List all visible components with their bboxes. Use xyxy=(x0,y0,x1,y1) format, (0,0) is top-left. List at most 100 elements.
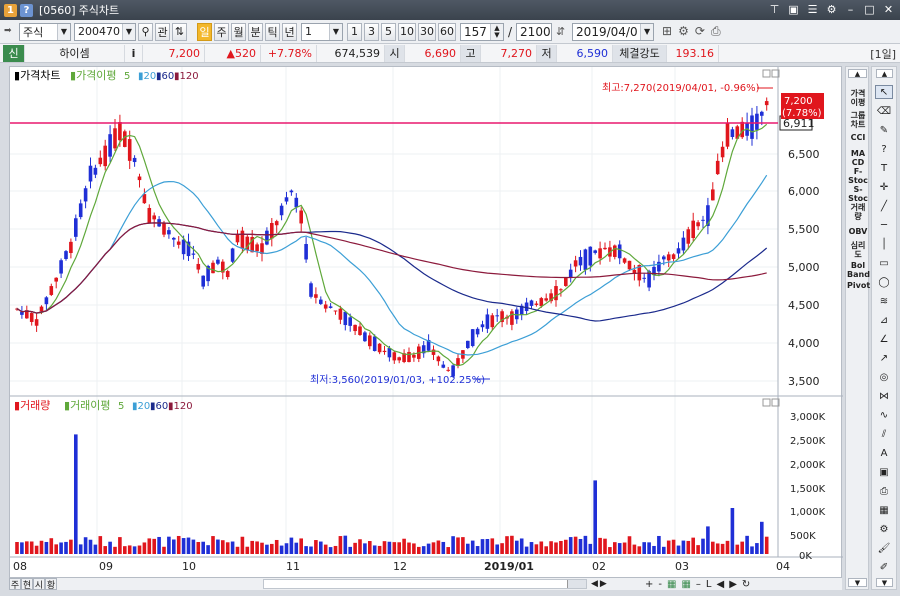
period-tick-button[interactable]: 틱 xyxy=(265,22,280,41)
search-button[interactable]: ⚲ xyxy=(138,22,153,41)
settings-icon[interactable]: ⚙ xyxy=(678,24,689,39)
gear-icon[interactable]: ⚙ xyxy=(824,2,839,17)
info-icon[interactable]: i xyxy=(125,44,143,62)
scroll-down-icon[interactable]: ▼ xyxy=(848,578,867,587)
chart-area[interactable]: ▮가격차트 ▮가격이평 5 ▮20 ▮60 ▮120 ▮거래량 ▮거래이평 5 … xyxy=(9,66,843,591)
rect-tool-icon[interactable]: ▭ xyxy=(875,256,893,270)
help-icon[interactable]: ? xyxy=(20,3,33,17)
maximize-icon[interactable]: □ xyxy=(862,2,877,17)
calc-tool-icon[interactable]: ▦ xyxy=(875,503,893,517)
print-icon[interactable]: ⎙ xyxy=(711,24,721,39)
brush-tool-icon[interactable]: 🖌 xyxy=(875,541,893,555)
line-mode-icon[interactable]: L xyxy=(706,579,712,590)
pin-icon[interactable]: ⊤ xyxy=(767,2,782,17)
pen-tool-icon[interactable]: ✎ xyxy=(875,123,893,137)
tab-market[interactable]: 시 xyxy=(33,578,45,591)
interval-30-button[interactable]: 30 xyxy=(418,22,436,41)
chevron-down-icon[interactable]: ▼ xyxy=(122,23,135,40)
interval-60-button[interactable]: 60 xyxy=(438,22,456,41)
fibonacci-tool-icon[interactable]: ≋ xyxy=(875,294,893,308)
indicator-bollinger[interactable]: Bol Band xyxy=(847,261,870,279)
scroll-left-icon[interactable]: ◀ xyxy=(716,579,724,590)
scrollbar-thumb[interactable] xyxy=(264,580,568,588)
indicator-obv[interactable]: OBV xyxy=(847,227,869,236)
tab-stock[interactable]: 주 xyxy=(9,578,21,591)
scroll-right-icon[interactable]: ▶ xyxy=(729,579,737,590)
zoom-in-icon[interactable]: + xyxy=(645,579,653,590)
layout-icon[interactable]: ⊞ xyxy=(662,24,672,39)
list-icon[interactable]: ☰ xyxy=(805,2,820,17)
trend-tool-icon[interactable]: ↗ xyxy=(875,351,893,365)
period-month-button[interactable]: 월 xyxy=(231,22,246,41)
save-icon[interactable]: ▣ xyxy=(786,2,801,17)
gann-tool-icon[interactable]: ⊿ xyxy=(875,313,893,327)
interval-select[interactable]: 1 ▼ xyxy=(301,22,343,41)
channel-tool-icon[interactable]: ⫽ xyxy=(875,427,893,441)
indicator-group-chart[interactable]: 그룹 차트 xyxy=(847,111,869,129)
tab-current[interactable]: 현 xyxy=(21,578,33,591)
chart-canvas[interactable]: ▮가격차트 ▮가격이평 5 ▮20 ▮60 ▮120 ▮거래량 ▮거래이평 5 … xyxy=(10,67,843,591)
date-select[interactable]: 2019/04/0 ▼ xyxy=(572,22,655,41)
reset-icon[interactable]: ↻ xyxy=(742,579,750,590)
text-tool-icon[interactable]: T xyxy=(875,161,893,175)
stepper-arrows-icon[interactable]: ▲ ▼ xyxy=(490,23,503,40)
crosshair-tool-icon[interactable]: ✛ xyxy=(875,180,893,194)
settings-tool-icon[interactable]: ⚙ xyxy=(875,522,893,536)
table-icon[interactable]: ▦ xyxy=(681,579,690,590)
count-stepper[interactable]: 157 ▲ ▼ xyxy=(460,22,504,41)
chevron-down-icon[interactable]: ▼ xyxy=(640,23,654,40)
period-week-button[interactable]: 주 xyxy=(214,22,229,41)
chevron-down-icon[interactable]: ▼ xyxy=(329,23,342,40)
panel-maximize-icon[interactable] xyxy=(762,398,771,407)
minimize-icon[interactable]: – xyxy=(843,2,858,17)
toggle-arrow-icon[interactable]: ➡ xyxy=(4,26,16,38)
indicator-cci[interactable]: CCI xyxy=(847,133,869,142)
market-select[interactable]: 주식 ▼ xyxy=(19,22,71,41)
indicator-price-ma[interactable]: 가격 이평 xyxy=(847,89,869,107)
period-minute-button[interactable]: 분 xyxy=(248,22,263,41)
period-day-button[interactable]: 일 xyxy=(197,22,212,41)
cycle-tool-icon[interactable]: ◎ xyxy=(875,370,893,384)
zoom-out-icon[interactable]: - xyxy=(658,579,662,590)
angle-tool-icon[interactable]: ∠ xyxy=(875,332,893,346)
indicator-pivot[interactable]: Pivot xyxy=(847,281,870,290)
tab-status[interactable]: 황 xyxy=(45,578,57,591)
prev-stock-button[interactable]: ⇅ xyxy=(172,22,187,41)
nav-first-icon[interactable]: ◀ xyxy=(591,579,598,589)
panel-maximize-icon[interactable] xyxy=(762,69,771,78)
ellipse-tool-icon[interactable]: ◯ xyxy=(875,275,893,289)
interval-10-button[interactable]: 10 xyxy=(398,22,416,41)
grid-icon[interactable]: ▦ xyxy=(667,579,676,590)
stock-code-field[interactable]: 200470 ▼ xyxy=(74,22,136,41)
total-field[interactable]: 2100 xyxy=(516,22,553,41)
chevron-down-icon[interactable]: ▼ xyxy=(57,23,70,40)
close-icon[interactable]: ✕ xyxy=(881,2,896,17)
minus-icon[interactable]: – xyxy=(696,579,701,590)
scroll-up-icon[interactable]: ▲ xyxy=(848,69,867,78)
question-tool-icon[interactable]: ? xyxy=(875,142,893,156)
window-tool-icon[interactable]: ▣ xyxy=(875,465,893,479)
auto-tool-icon[interactable]: A xyxy=(875,446,893,460)
wave-tool-icon[interactable]: ∿ xyxy=(875,408,893,422)
interval-3-button[interactable]: 3 xyxy=(364,22,379,41)
window-number-icon[interactable]: 1 xyxy=(4,3,17,17)
period-year-button[interactable]: 년 xyxy=(282,22,297,41)
calendar-icon[interactable]: ⇵ xyxy=(556,25,570,39)
interval-5-button[interactable]: 5 xyxy=(381,22,396,41)
indicator-s-stoc[interactable]: S-Stoc xyxy=(847,185,869,203)
cursor-tool-icon[interactable]: ↖ xyxy=(875,85,893,99)
related-button[interactable]: 관 xyxy=(155,22,170,41)
tool-scroll-down-icon[interactable]: ▼ xyxy=(876,578,893,587)
pattern-tool-icon[interactable]: ⋈ xyxy=(875,389,893,403)
refresh-icon[interactable]: ⟳ xyxy=(695,24,705,39)
interval-1-button[interactable]: 1 xyxy=(347,22,362,41)
hline-tool-icon[interactable]: ─ xyxy=(875,218,893,232)
indicator-volume[interactable]: 거래량 xyxy=(847,203,869,221)
scrollbar-track[interactable] xyxy=(263,579,587,589)
indicator-f-stoc[interactable]: F-Stoc xyxy=(847,167,869,185)
vline-tool-icon[interactable]: │ xyxy=(875,237,893,251)
print-tool-icon[interactable]: ⎙ xyxy=(875,484,893,498)
tool-scroll-up-icon[interactable]: ▲ xyxy=(876,69,893,78)
nav-last-icon[interactable]: ▶ xyxy=(600,579,607,589)
indicator-macd[interactable]: MA CD xyxy=(847,149,869,167)
